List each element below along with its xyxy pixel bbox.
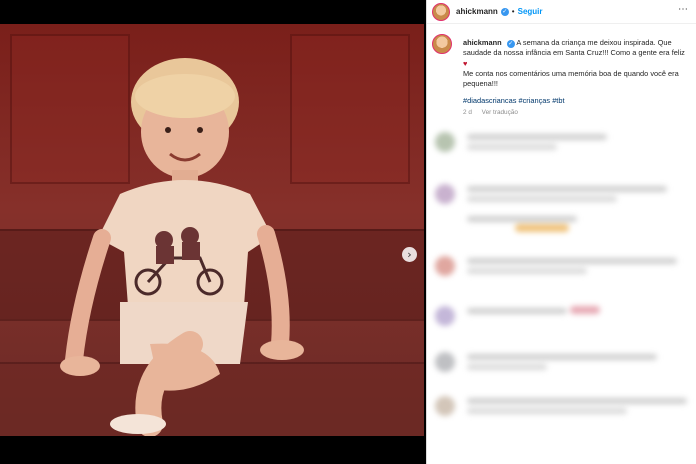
caption-text: ahickmann ✓ A semana da criança me deixo… (463, 38, 688, 89)
comment-row (435, 254, 685, 284)
follow-button[interactable]: Seguir (518, 7, 543, 16)
caption-avatar[interactable] (432, 34, 452, 54)
verified-badge-icon: ✓ (500, 7, 509, 16)
comment-text-line (467, 196, 617, 202)
comment-text-line (467, 408, 627, 414)
comment-text-line (467, 216, 577, 222)
photo-panel: › (0, 0, 426, 464)
comment-row (435, 304, 685, 334)
post-side-panel: ahickmann ✓ • Seguir ⋯ ahickmann ✓ A sem… (426, 0, 696, 464)
comment-row (435, 212, 685, 242)
comment-row (435, 350, 685, 380)
header-username[interactable]: ahickmann (456, 7, 498, 16)
comment-text-line (467, 144, 557, 150)
comment-avatar (435, 256, 455, 276)
comment-text-line (467, 268, 587, 274)
comment-emoji (515, 224, 569, 232)
comment-text-line (467, 186, 667, 192)
comment-row (435, 182, 685, 212)
more-options-icon[interactable]: ⋯ (678, 4, 688, 15)
comment-row (435, 394, 687, 424)
comment-text-line (467, 134, 607, 140)
time-ago: 2 d (463, 109, 472, 116)
child-figure (60, 58, 304, 436)
comment-row (435, 130, 685, 160)
comment-text-line (467, 398, 687, 404)
post-header: ahickmann ✓ • Seguir ⋯ (427, 0, 696, 24)
comment-avatar (435, 396, 455, 416)
hashtag-link[interactable]: #tbt (552, 96, 564, 105)
caption-line-2: Me conta nos comentários uma memória boa… (463, 68, 679, 89)
comment-text-line (467, 308, 567, 314)
comment-text-line (467, 258, 677, 264)
comment-avatar (435, 184, 455, 204)
comment-text-line (467, 354, 657, 360)
heart-icon: ♥ (463, 58, 468, 68)
comment-avatar (435, 306, 455, 326)
comment-emoji (570, 306, 600, 314)
hashtag-link[interactable]: #crianças (518, 96, 550, 105)
avatar[interactable] (432, 2, 450, 21)
comments-list (427, 124, 696, 464)
comment-avatar (435, 132, 455, 152)
header-separator: • (511, 7, 515, 16)
caption-username[interactable]: ahickmann (463, 38, 502, 47)
caption-verified-badge-icon: ✓ (506, 40, 515, 48)
post-photo[interactable]: › (0, 24, 424, 436)
hashtags: #diadascriancas #crianças #tbt (463, 96, 565, 105)
post-meta: 2 d Ver tradução (463, 109, 518, 116)
hashtag-link[interactable]: #diadascriancas (463, 96, 516, 105)
next-arrow-icon[interactable]: › (402, 247, 417, 262)
see-translation-link[interactable]: Ver tradução (482, 109, 518, 116)
comment-avatar (435, 352, 455, 372)
comment-text-line (467, 364, 547, 370)
